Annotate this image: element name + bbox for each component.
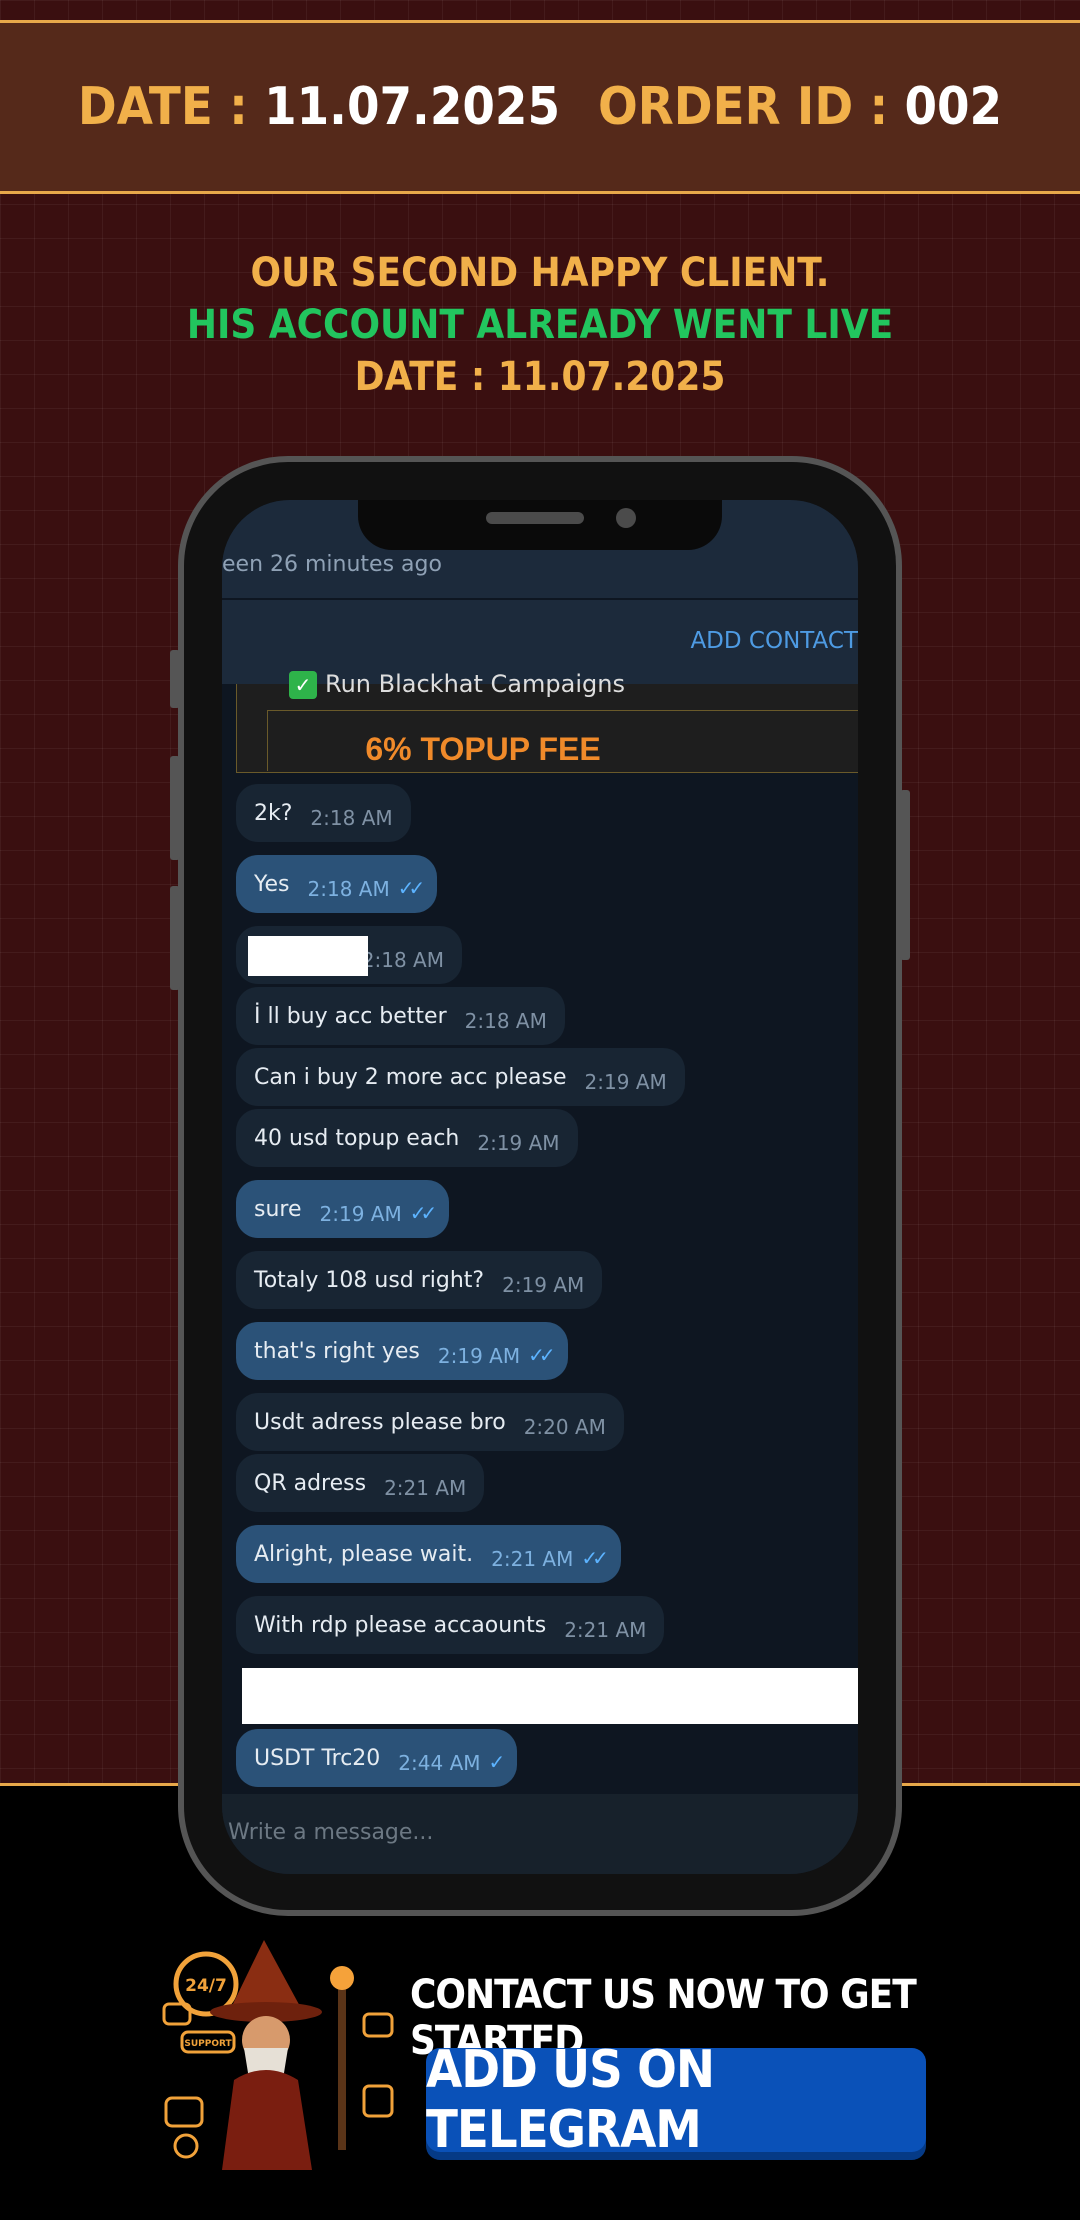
message-text: 2k? (254, 800, 293, 826)
phone-mute-button (170, 650, 180, 708)
message-text: With rdp please accaounts (254, 1612, 547, 1638)
message-time: 2:19 AM (319, 1202, 402, 1226)
message-time: 2:18 AM (310, 806, 393, 830)
card-fee: 6% TOPUP FEE (365, 731, 601, 767)
promo-line-1: OUR SECOND HAPPY CLIENT. (250, 250, 830, 296)
message-time: 2:19 AM (477, 1131, 560, 1155)
message-time: 2:21 AM (564, 1618, 647, 1642)
last-seen-text: een 26 minutes ago (222, 552, 442, 577)
message-text: QR adress (254, 1470, 367, 1496)
message-text: Alright, please wait. (254, 1541, 474, 1567)
message-time: 2:19 AM (584, 1070, 667, 1094)
message-bubble[interactable]: Can i buy 2 more acc please 2:19 AM (236, 1048, 685, 1106)
forwarded-promo-card: ✓ Run Blackhat Campaigns 6% TOPUP FEE (236, 670, 858, 773)
phone-icon (173, 2133, 199, 2159)
read-check-icon: ✓✓ (528, 1343, 555, 1367)
sent-check-icon: ✓ (488, 1750, 506, 1774)
question-icon (362, 2084, 394, 2118)
add-contact-button[interactable]: ADD CONTACT (690, 628, 858, 654)
message-time: 2:18 AM (464, 1009, 547, 1033)
telegram-button-label: ADD US ON TELEGRAM (426, 2040, 715, 2160)
redaction-box (248, 936, 368, 976)
chat-bubble-icon (164, 2096, 204, 2128)
badge-support: SUPPORT (184, 2039, 232, 2049)
message-text: Usdt adress please bro (254, 1409, 506, 1435)
message-bubble[interactable]: Totaly 108 usd right? 2:19 AM (236, 1251, 603, 1309)
phone-screen: een 26 minutes ago ADD CONTACT ✓ Run Blac… (222, 500, 858, 1874)
promo-line-3: DATE : 11.07.2025 (354, 354, 726, 400)
staff-flame-icon (330, 1966, 354, 1990)
card-line-text: Run Blackhat Campaigns (325, 670, 625, 698)
message-text: that's right yes (254, 1338, 420, 1364)
check-icon: ✓ (289, 671, 317, 699)
wizard-support-illustration: 24/7 SUPPORT (162, 1940, 394, 2170)
message-text: USDT Trc20 (254, 1745, 381, 1771)
badge-247: 24/7 (185, 1976, 227, 1996)
telegram-button[interactable]: ADD US ON TELEGRAM (426, 2040, 926, 2160)
message-text: İ ll buy acc better (254, 1003, 447, 1029)
message-bubble[interactable]: İ ll buy acc better 2:18 AM (236, 987, 565, 1045)
message-time: 2:20 AM (523, 1415, 606, 1439)
date-label: DATE : (77, 77, 248, 137)
message-bubble[interactable]: 2k? 2:18 AM (236, 784, 411, 842)
date-value: 11.07.2025 (264, 77, 561, 137)
message-bubble[interactable]: that's right yes 2:19 AM ✓✓ (236, 1322, 568, 1380)
header-date: DATE : 11.07.2025 (78, 77, 560, 137)
message-bubble[interactable]: 40 usd topup each 2:19 AM (236, 1109, 578, 1167)
message-bubble[interactable]: With rdp please accaounts 2:21 AM (236, 1596, 665, 1654)
message-text: Totaly 108 usd right? (254, 1267, 485, 1293)
message-text: Can i buy 2 more acc please (254, 1064, 567, 1090)
message-time: 2:19 AM (437, 1344, 521, 1368)
message-bubble[interactable]: QR adress 2:21 AM (236, 1454, 485, 1512)
message-bubble[interactable]: Alright, please wait. 2:21 AM ✓✓ (236, 1525, 621, 1583)
phone-volume-up-button (170, 756, 180, 860)
promo-line-2: HIS ACCOUNT ALREADY WENT LIVE (186, 302, 894, 348)
phone-speaker (486, 512, 584, 524)
read-check-icon: ✓✓ (581, 1546, 608, 1570)
phone-power-button (900, 790, 910, 960)
message-time: 2:44 AM (398, 1751, 481, 1775)
message-time: 2:21 AM (384, 1476, 467, 1500)
read-check-icon: ✓✓ (409, 1201, 437, 1225)
message-bubble[interactable]: USDT Trc20 2:44 AM ✓ (236, 1729, 518, 1787)
message-time: 2:18 AM (307, 877, 390, 901)
chat-bubble-icon (362, 2012, 394, 2038)
message-text: Yes (254, 871, 290, 897)
read-check-icon: ✓✓ (397, 876, 425, 900)
redaction-box (242, 1668, 858, 1724)
message-bubble[interactable]: Usdt adress please bro 2:20 AM (236, 1393, 624, 1451)
order-label: ORDER ID : (598, 77, 889, 137)
header-order: ORDER ID : 002 (598, 77, 1002, 137)
wizard-hat (230, 1940, 302, 2010)
wizard-robe (222, 2070, 312, 2170)
header-band: DATE : 11.07.2025 ORDER ID : 002 (0, 20, 1080, 194)
order-value: 002 (904, 77, 1003, 137)
message-text: 40 usd topup each (254, 1125, 460, 1151)
message-bubble[interactable]: sure 2:19 AM ✓✓ (236, 1180, 450, 1238)
phone-notch (358, 500, 722, 550)
wizard-staff (338, 1980, 346, 2150)
message-time: 2:21 AM (491, 1547, 574, 1571)
message-bubble[interactable]: Yes 2:18 AM ✓✓ (236, 855, 438, 913)
phone-camera (616, 508, 636, 528)
card-line: ✓ Run Blackhat Campaigns (289, 670, 625, 699)
card-fee-box: 6% TOPUP FEE (267, 710, 858, 771)
message-text: sure (254, 1196, 302, 1222)
message-time: 2:19 AM (502, 1273, 585, 1297)
phone-volume-down-button (170, 886, 180, 990)
message-time: 2:18 AM (361, 948, 444, 972)
message-input[interactable]: Write a message... (228, 1820, 433, 1845)
